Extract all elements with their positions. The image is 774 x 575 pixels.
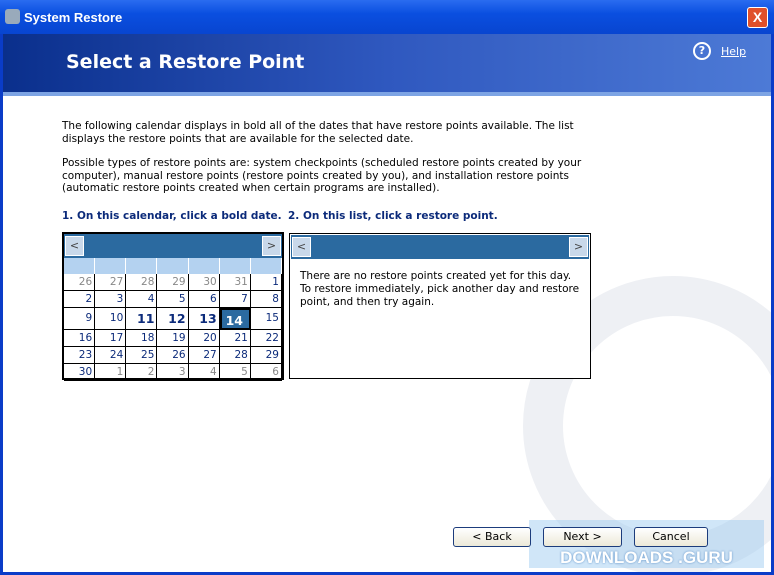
calendar-day[interactable]: 11 (126, 308, 158, 330)
calendar-day[interactable]: 21 (219, 330, 251, 347)
list-prev-button[interactable]: < (292, 237, 311, 257)
back-button[interactable]: < Back (453, 527, 531, 547)
calendar-day[interactable]: 1 (95, 364, 127, 381)
cancel-button[interactable]: Cancel (634, 527, 708, 547)
step2-label: 2. On this list, click a restore point. (288, 210, 498, 222)
restore-point-list[interactable]: < > There are no restore points created … (289, 233, 591, 379)
calendar-day[interactable]: 18 (126, 330, 158, 347)
calendar-day[interactable]: 31 (219, 274, 251, 291)
page-title: Select a Restore Point (66, 51, 305, 73)
calendar-day[interactable]: 27 (188, 347, 220, 364)
calendar-day[interactable]: 10 (95, 308, 127, 330)
close-button[interactable]: X (747, 7, 768, 28)
calendar-day[interactable]: 5 (219, 364, 251, 381)
calendar-day[interactable]: 27 (95, 274, 127, 291)
calendar-day[interactable]: 20 (188, 330, 220, 347)
list-next-button[interactable]: > (569, 237, 588, 257)
calendar-day[interactable]: 26 (64, 274, 96, 291)
calendar-day[interactable]: 30 (64, 364, 96, 381)
calendar-day[interactable]: 2 (64, 291, 96, 308)
title-bar: System Restore X (0, 0, 774, 34)
calendar-day[interactable]: 24 (95, 347, 127, 364)
calendar-day[interactable]: 13 (188, 308, 220, 330)
calendar-day[interactable]: 23 (64, 347, 96, 364)
next-month-button[interactable]: > (262, 236, 281, 256)
wizard-body: The following calendar displays in bold … (3, 96, 771, 572)
calendar-day[interactable]: 4 (188, 364, 220, 381)
calendar-day[interactable]: 8 (250, 291, 282, 308)
calendar-day[interactable]: 25 (126, 347, 158, 364)
help-label[interactable]: Help (721, 45, 746, 58)
prev-month-button[interactable]: < (65, 236, 84, 256)
calendar-day[interactable]: 12 (157, 308, 189, 330)
types-text: Possible types of restore points are: sy… (62, 157, 582, 194)
system-restore-icon (5, 9, 20, 24)
calendar-day[interactable]: 15 (250, 308, 282, 330)
calendar-day[interactable]: 7 (219, 291, 251, 308)
calendar-day[interactable]: 1 (250, 274, 282, 291)
calendar-day[interactable]: 3 (95, 291, 127, 308)
calendar-day[interactable]: 6 (250, 364, 282, 381)
calendar-grid: 26 27 28 29 30 31 1 2 3 4 5 6 7 8 9 10 11 12 13 14 15 16 17 18 1… (64, 274, 282, 381)
calendar-day[interactable]: 16 (64, 330, 96, 347)
window-title: System Restore (24, 10, 123, 25)
calendar-day[interactable]: 4 (126, 291, 158, 308)
calendar-day[interactable]: 17 (95, 330, 127, 347)
wizard-header: Select a Restore Point ? Help (3, 34, 771, 96)
calendar: < > 26 27 28 29 30 31 1 2 3 4 5 6 7 8 9 10 11 12 13 14 15 16 1… (62, 232, 284, 381)
calendar-day[interactable]: 28 (219, 347, 251, 364)
list-header: < > (291, 235, 589, 259)
help-link[interactable]: ? Help (693, 42, 746, 60)
help-icon: ? (693, 42, 711, 60)
calendar-day[interactable]: 2 (126, 364, 158, 381)
calendar-day[interactable]: 5 (157, 291, 189, 308)
list-message: There are no restore points created yet … (300, 270, 580, 308)
calendar-day[interactable]: 6 (188, 291, 220, 308)
calendar-day[interactable]: 29 (157, 274, 189, 291)
calendar-day[interactable]: 22 (250, 330, 282, 347)
calendar-day[interactable]: 26 (157, 347, 189, 364)
calendar-day[interactable]: 14 (219, 308, 251, 330)
calendar-month-header: < > (64, 234, 282, 258)
calendar-day[interactable]: 30 (188, 274, 220, 291)
calendar-day[interactable]: 29 (250, 347, 282, 364)
calendar-day[interactable]: 19 (157, 330, 189, 347)
calendar-day[interactable]: 9 (64, 308, 96, 330)
weekday-header (64, 258, 282, 274)
calendar-day[interactable]: 28 (126, 274, 158, 291)
intro-text: The following calendar displays in bold … (62, 120, 574, 145)
next-button[interactable]: Next > (543, 527, 622, 547)
step1-label: 1. On this calendar, click a bold date. (62, 210, 282, 222)
calendar-day[interactable]: 3 (157, 364, 189, 381)
